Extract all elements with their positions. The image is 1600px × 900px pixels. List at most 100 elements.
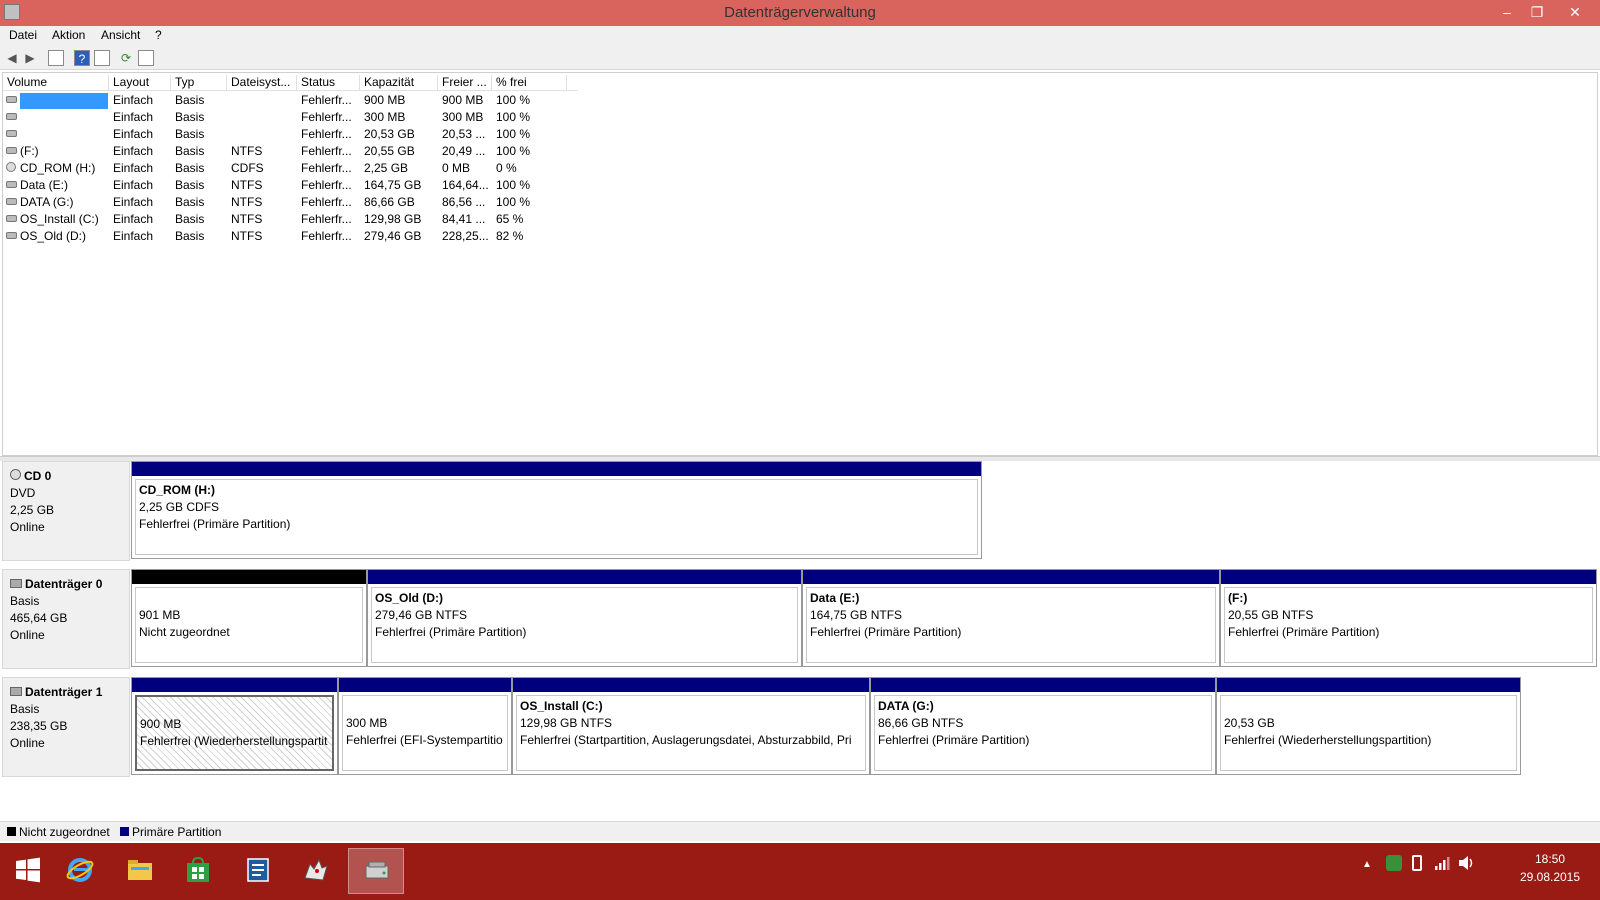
refresh-icon[interactable]: ⟳ xyxy=(118,50,134,66)
primary-swatch xyxy=(120,827,129,836)
volume-layout: Einfach xyxy=(113,144,154,158)
taskbar-wolf-app[interactable] xyxy=(288,848,344,894)
partition-size: 164,75 GB NTFS xyxy=(810,608,903,622)
volume-pct: 65 % xyxy=(496,212,524,226)
volume-typ: Basis xyxy=(175,178,205,192)
column-prozent-frei[interactable]: % frei xyxy=(492,75,567,91)
volume-layout: Einfach xyxy=(113,195,154,209)
drive-icon xyxy=(6,130,17,137)
column-status[interactable]: Status xyxy=(297,75,360,91)
volume-pct: 82 % xyxy=(496,229,524,243)
volume-free: 300 MB xyxy=(442,110,484,124)
start-button[interactable] xyxy=(0,848,56,894)
disk-type: Basis xyxy=(10,702,40,716)
volume-row[interactable]: DATA (G:) Einfach Basis NTFS Fehlerfr... 86,6… xyxy=(3,194,578,211)
partition-os-install-c[interactable]: OS_Install (C:) 129,98 GB NTFS Fehlerfre… xyxy=(512,677,870,775)
battery-icon[interactable] xyxy=(1412,855,1422,871)
column-freier-speicher[interactable]: Freier ... xyxy=(438,75,492,91)
volume-status: Fehlerfr... xyxy=(301,161,352,175)
partition-details: CD_ROM (H:) 2,25 GB CDFS Fehlerfrei (Pri… xyxy=(135,479,978,555)
volume-cap: 86,66 GB xyxy=(364,195,415,209)
volume-fs: NTFS xyxy=(231,178,263,192)
window-title: Datenträgerverwaltung xyxy=(724,4,876,21)
partition-recovery-900mb[interactable]: 900 MB Fehlerfrei (Wiederherstellungspar… xyxy=(131,677,338,775)
volume-row[interactable]: CD_ROM (H:) Einfach Basis CDFS Fehlerfr... 2,… xyxy=(3,160,578,177)
volume-row[interactable]: Einfach Basis Fehlerfr... 900 MB 900 MB 100 % xyxy=(3,92,578,109)
taskbar-clock[interactable]: 18:50 29.08.2015 xyxy=(1500,850,1600,886)
partition-details-selected: 900 MB Fehlerfrei (Wiederherstellungspar… xyxy=(135,695,334,771)
volume-row[interactable]: Einfach Basis Fehlerfr... 300 MB 300 MB 100 % xyxy=(3,109,578,126)
menu-aktion[interactable]: Aktion xyxy=(52,28,85,42)
volume-row[interactable]: (F:) Einfach Basis NTFS Fehlerfr... 20,55 GB 2… xyxy=(3,143,578,160)
disk-info-datentraeger-1[interactable]: Datenträger 1 Basis 238,35 GB Online xyxy=(2,677,130,777)
partition-size: 2,25 GB CDFS xyxy=(139,500,220,514)
volume-free: 228,25... xyxy=(442,229,489,243)
disk-info-datentraeger-0[interactable]: Datenträger 0 Basis 465,64 GB Online xyxy=(2,569,130,669)
partition-data-e[interactable]: Data (E:) 164,75 GB NTFS Fehlerfrei (Pri… xyxy=(802,569,1220,667)
primary-partition-bar xyxy=(1217,678,1520,692)
volume-pct: 100 % xyxy=(496,93,531,107)
help-icon[interactable]: ? xyxy=(74,50,90,66)
primary-partition-bar xyxy=(513,678,869,692)
minimize-button[interactable]: – xyxy=(1492,2,1522,22)
taskbar-internet-explorer[interactable] xyxy=(52,848,108,894)
partition-f[interactable]: (F:) 20,55 GB NTFS Fehlerfrei (Primäre P… xyxy=(1220,569,1597,667)
console-tree-icon[interactable] xyxy=(48,50,64,66)
partition-data-g[interactable]: DATA (G:) 86,66 GB NTFS Fehlerfrei (Prim… xyxy=(870,677,1216,775)
column-volume[interactable]: Volume xyxy=(3,75,109,91)
partition-status: Fehlerfrei (Startpartition, Auslagerungs… xyxy=(520,733,852,747)
rescan-disks-icon[interactable] xyxy=(138,50,154,66)
taskbar-notepad[interactable] xyxy=(230,848,286,894)
close-button[interactable]: ✕ xyxy=(1560,2,1590,22)
volume-status: Fehlerfr... xyxy=(301,144,352,158)
primary-partition-bar xyxy=(1221,570,1596,584)
partition-details: OS_Old (D:) 279,46 GB NTFS Fehlerfrei (P… xyxy=(371,587,798,663)
column-dateisystem[interactable]: Dateisyst... xyxy=(227,75,297,91)
volume-layout: Einfach xyxy=(113,229,154,243)
volume-cap: 2,25 GB xyxy=(364,161,409,175)
column-kapazitaet[interactable]: Kapazität xyxy=(360,75,438,91)
volume-row[interactable]: OS_Install (C:) Einfach Basis NTFS Fehlerfr.… xyxy=(3,211,578,228)
disk-type: DVD xyxy=(10,486,36,500)
partition-os-old-d[interactable]: OS_Old (D:) 279,46 GB NTFS Fehlerfrei (P… xyxy=(367,569,802,667)
maximize-button[interactable]: ❐ xyxy=(1522,2,1552,22)
disk-size: 465,64 GB xyxy=(10,611,68,625)
primary-partition-bar xyxy=(132,678,337,692)
menu-datei[interactable]: Datei xyxy=(9,28,37,42)
forward-arrow-icon[interactable]: ▶ xyxy=(22,50,38,66)
volume-pct: 100 % xyxy=(496,178,531,192)
column-layout[interactable]: Layout xyxy=(109,75,171,91)
menu-ansicht[interactable]: Ansicht xyxy=(101,28,140,42)
taskbar-file-explorer[interactable] xyxy=(112,848,168,894)
partition-unallocated[interactable]: 901 MB Nicht zugeordnet xyxy=(131,569,367,667)
volume-row[interactable]: Einfach Basis Fehlerfr... 20,53 GB 20,53 ...… xyxy=(3,126,578,143)
menu-help[interactable]: ? xyxy=(155,28,162,42)
file-explorer-icon xyxy=(128,860,152,880)
show-hidden-icons-icon[interactable]: ▲ xyxy=(1362,859,1372,870)
partition-efi[interactable]: 300 MB Fehlerfrei (EFI-Systempartitio xyxy=(338,677,512,775)
partition-name: DATA (G:) xyxy=(878,699,934,713)
security-shield-icon[interactable] xyxy=(1386,855,1402,871)
network-signal-icon[interactable] xyxy=(1434,855,1450,871)
volume-row[interactable]: OS_Old (D:) Einfach Basis NTFS Fehlerfr... 27… xyxy=(3,228,578,245)
disk-icon xyxy=(10,687,22,696)
volume-layout: Einfach xyxy=(113,127,154,141)
volume-fs: NTFS xyxy=(231,212,263,226)
taskbar-disk-management[interactable] xyxy=(348,848,404,894)
volume-layout: Einfach xyxy=(113,110,154,124)
volume-fs: NTFS xyxy=(231,229,263,243)
back-arrow-icon[interactable]: ◀ xyxy=(4,50,20,66)
column-typ[interactable]: Typ xyxy=(171,75,227,91)
legend: Nicht zugeordnet Primäre Partition xyxy=(0,821,1600,841)
volume-name: CD_ROM (H:) xyxy=(20,161,96,175)
volume-speaker-icon[interactable] xyxy=(1458,855,1476,871)
disk-info-cd0[interactable]: CD 0 DVD 2,25 GB Online xyxy=(2,461,130,561)
properties-icon[interactable] xyxy=(94,50,110,66)
partition-status: Fehlerfrei (EFI-Systempartitio xyxy=(346,733,503,747)
selection-highlight xyxy=(20,93,108,109)
disk-name: Datenträger 1 xyxy=(25,685,103,699)
taskbar-store[interactable] xyxy=(170,848,226,894)
partition-recovery-20gb[interactable]: 20,53 GB Fehlerfrei (Wiederherstellungsp… xyxy=(1216,677,1521,775)
volume-row[interactable]: Data (E:) Einfach Basis NTFS Fehlerfr... 164,… xyxy=(3,177,578,194)
partition-cd-rom-h[interactable]: CD_ROM (H:) 2,25 GB CDFS Fehlerfrei (Pri… xyxy=(131,461,982,559)
